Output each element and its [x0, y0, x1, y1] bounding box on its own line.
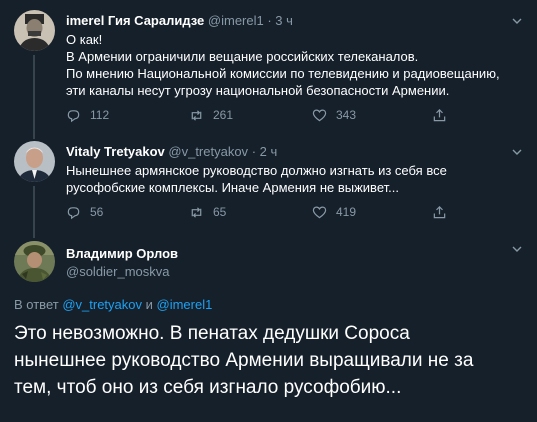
- reply-count: 56: [90, 205, 104, 219]
- avatar[interactable]: [14, 141, 55, 182]
- retweet-button[interactable]: 261: [189, 106, 233, 124]
- reply-context: В ответ @v_tretyakov и @imerel1: [14, 297, 212, 312]
- reply-user-link[interactable]: @imerel1: [157, 297, 213, 312]
- like-button[interactable]: 419: [312, 203, 356, 221]
- user-handle[interactable]: @soldier_moskva: [66, 264, 178, 280]
- reply-button[interactable]: 56: [66, 203, 103, 221]
- tweet-header: imerel Гия Саралидзе @imerel1 · 3 ч: [66, 13, 293, 29]
- display-name[interactable]: imerel Гия Саралидзе: [66, 13, 204, 28]
- tweet-line: тем, чтоб оно из себя изгнало русофобию.…: [14, 377, 402, 398]
- reply-and: и: [145, 297, 153, 312]
- chevron-down-icon[interactable]: [511, 14, 523, 26]
- tweet-line: эти каналы несут угрозу национальной без…: [66, 83, 450, 98]
- tweet-header: Vitaly Tretyakov @v_tretyakov · 2 ч: [66, 144, 277, 160]
- tweet-header: Владимир Орлов @soldier_moskva: [66, 246, 178, 280]
- like-count: 419: [336, 205, 357, 219]
- timestamp[interactable]: · 2 ч: [252, 144, 278, 159]
- share-button[interactable]: [432, 106, 447, 124]
- avatar[interactable]: [14, 241, 55, 282]
- tweet-text: Это невозможно. В пенатах дедушки Сороса…: [14, 320, 524, 401]
- thread-line: [33, 131, 35, 139]
- tweet-line: О как!: [66, 32, 103, 47]
- tweet-line: Это невозможно. В пенатах дедушки Сороса: [14, 323, 410, 344]
- like-count: 343: [336, 108, 357, 122]
- tweet-text: О как! В Армении ограничили вещание росс…: [66, 31, 521, 99]
- reply-user-link[interactable]: @v_tretyakov: [62, 297, 142, 312]
- share-button[interactable]: [432, 203, 447, 221]
- tweet-actions: 56 65 419: [66, 203, 466, 221]
- tweet-line: русофобские комплексы. Иначе Армения не …: [66, 180, 399, 195]
- display-name[interactable]: Vitaly Tretyakov: [66, 144, 165, 159]
- tweet-card[interactable]: imerel Гия Саралидзе @imerel1 · 3 ч О ка…: [0, 0, 537, 138]
- tweet-line: Нынешнее армянское руководство должно из…: [66, 163, 447, 178]
- share-icon: [433, 205, 446, 218]
- focused-tweet: Владимир Орлов @soldier_moskva В ответ @…: [0, 228, 537, 422]
- chevron-down-icon[interactable]: [511, 242, 523, 254]
- timestamp[interactable]: · 3 ч: [267, 13, 293, 28]
- thread-line: [33, 228, 35, 238]
- reply-icon: [67, 206, 80, 219]
- retweet-icon: [191, 206, 202, 218]
- tweet-line: нынешнее руководство Армении выращивали …: [14, 350, 474, 371]
- avatar[interactable]: [14, 10, 55, 51]
- retweet-icon: [191, 109, 202, 121]
- retweet-button[interactable]: 65: [189, 203, 226, 221]
- reply-count: 112: [90, 108, 110, 122]
- tweet-line: В Армении ограничили вещание российских …: [66, 49, 419, 64]
- display-name[interactable]: Владимир Орлов: [66, 246, 178, 262]
- user-handle[interactable]: @imerel1: [208, 13, 264, 28]
- like-button[interactable]: 343: [312, 106, 356, 124]
- heart-icon: [312, 206, 327, 218]
- reply-button[interactable]: 112: [66, 106, 109, 124]
- tweet-actions: 112 261 343: [66, 106, 466, 124]
- tweet-text: Нынешнее армянское руководство должно из…: [66, 162, 521, 196]
- share-icon: [433, 108, 446, 121]
- heart-icon: [312, 109, 327, 121]
- thread-line: [33, 55, 35, 138]
- tweet-line: По мнению Национальной комиссии по телев…: [66, 66, 500, 81]
- tweet-card[interactable]: Vitaly Tretyakov @v_tretyakov · 2 ч Ныне…: [0, 131, 537, 235]
- reply-prefix: В ответ: [14, 297, 59, 312]
- chevron-down-icon[interactable]: [511, 145, 523, 157]
- retweet-count: 261: [213, 108, 234, 122]
- user-handle[interactable]: @v_tretyakov: [168, 144, 248, 159]
- retweet-count: 65: [213, 205, 227, 219]
- reply-icon: [67, 109, 80, 122]
